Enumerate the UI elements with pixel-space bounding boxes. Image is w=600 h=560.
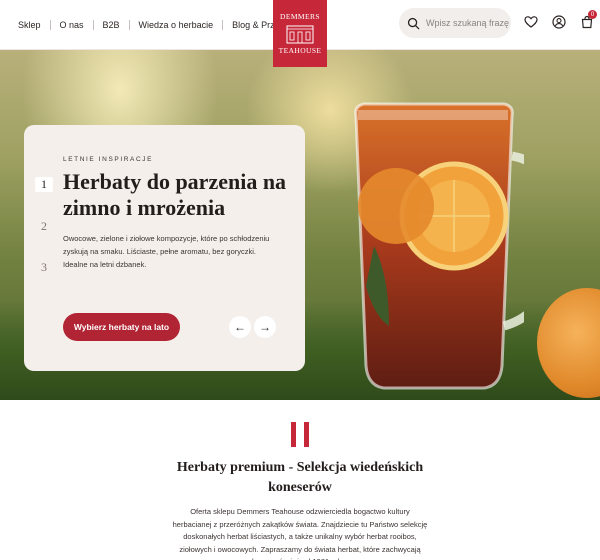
nav-item-o-nas[interactable]: O nas	[51, 20, 93, 30]
hero-banner: LETNIE INSPIRACJE 1 2 3 Herbaty do parze…	[0, 50, 600, 400]
section-body: Oferta sklepu Demmers Teahouse odzwierci…	[172, 507, 428, 560]
arrow-left-icon: ←	[234, 320, 246, 334]
demmers-logo[interactable]: DEMMERS TEAHOUSE	[273, 0, 327, 67]
nav-item-sklep[interactable]: Sklep	[9, 20, 50, 30]
nav-item-b2b[interactable]: B2B	[94, 20, 129, 30]
choose-summer-teas-button[interactable]: Wybierz herbaty na lato	[63, 313, 180, 341]
hero-title: Herbaty do parzenia na zimno i mrożenia	[63, 169, 287, 220]
heart-icon[interactable]	[524, 15, 538, 29]
section-title: Herbaty premium - Selekcja wiedeńskich k…	[176, 460, 424, 495]
teahouse-logo-icon	[286, 25, 314, 43]
slide-indicator-1[interactable]: 1	[35, 177, 53, 192]
user-icon[interactable]	[552, 15, 566, 29]
arrow-right-icon: →	[259, 320, 271, 334]
hero-description: Owocowe, zielone i ziołowe kompozycje, k…	[63, 234, 270, 269]
premium-teas-section: Herbaty premium - Selekcja wiedeńskich k…	[0, 400, 600, 560]
slide-indicator-2[interactable]: 2	[35, 219, 53, 234]
search-input[interactable]	[426, 18, 511, 28]
iced-tea-glass-image	[354, 102, 524, 390]
logo-text-bottom: TEAHOUSE	[278, 45, 322, 55]
cart-count-badge: 0	[588, 10, 597, 19]
slide-indicator-3[interactable]: 3	[35, 260, 53, 275]
hero-eyebrow: LETNIE INSPIRACJE	[63, 156, 154, 163]
main-nav: Sklep O nas B2B Wiedza o herbacie Blog &…	[0, 0, 305, 50]
search-box[interactable]	[399, 8, 511, 38]
next-slide-button[interactable]: →	[254, 316, 276, 338]
hero-card: LETNIE INSPIRACJE 1 2 3 Herbaty do parze…	[24, 125, 305, 371]
nav-item-wiedza[interactable]: Wiedza o herbacie	[130, 20, 223, 30]
search-icon[interactable]	[407, 17, 420, 30]
brand-mark-icon	[291, 422, 309, 447]
prev-slide-button[interactable]: ←	[229, 316, 251, 338]
logo-text-top: DEMMERS	[280, 12, 320, 21]
